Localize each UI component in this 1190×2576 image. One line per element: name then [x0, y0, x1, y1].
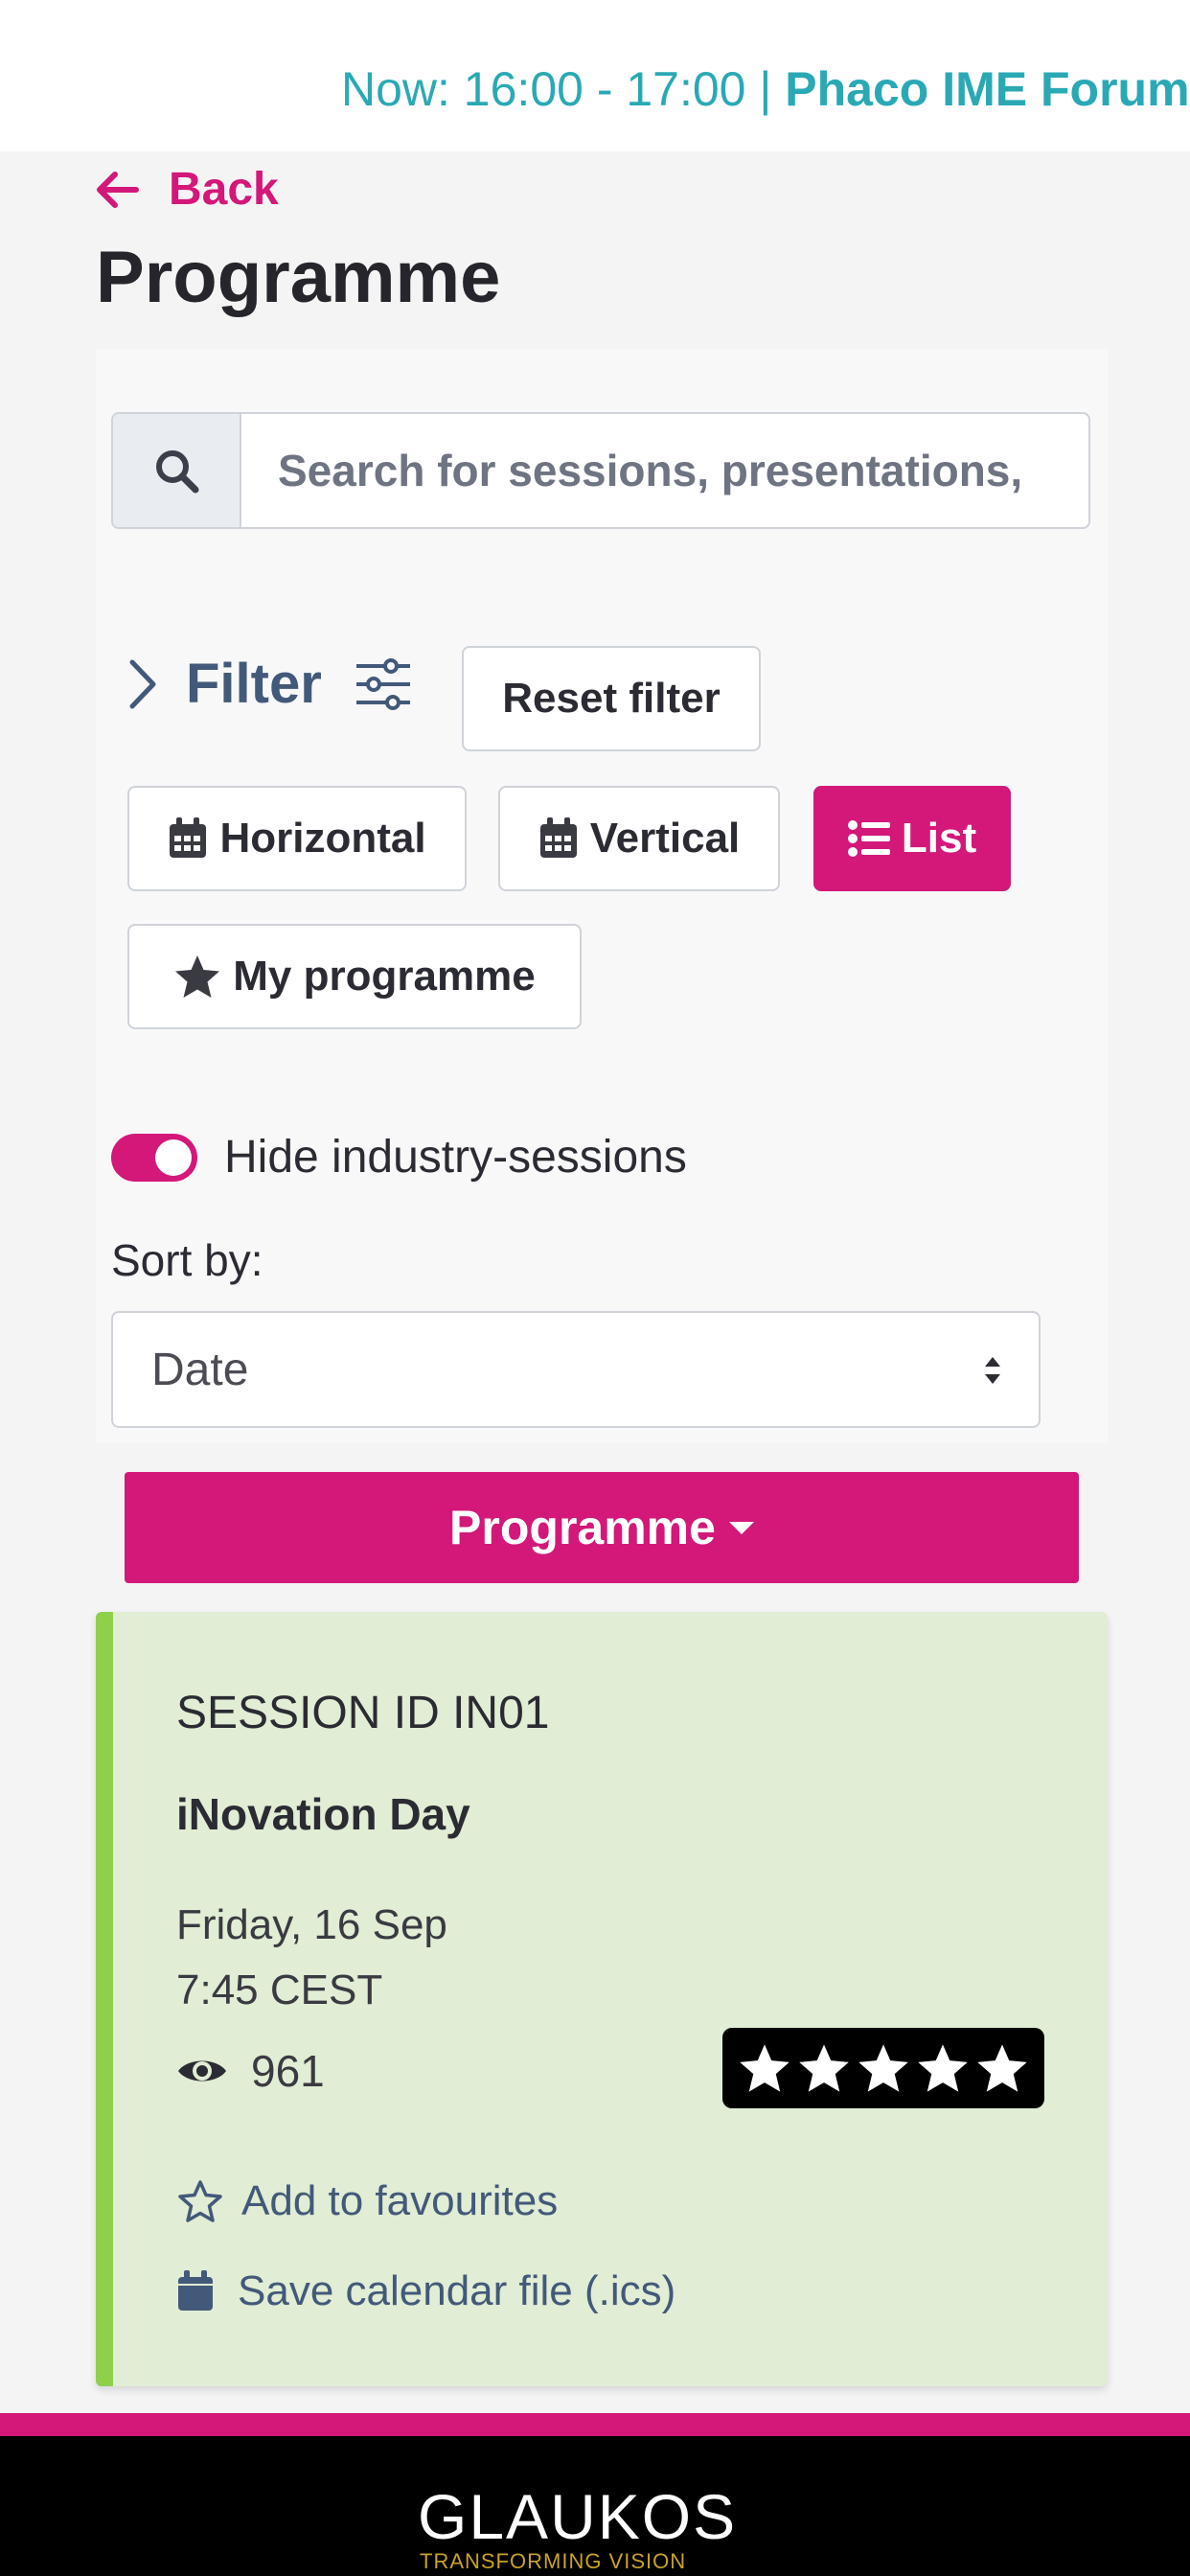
star-icon	[858, 2044, 908, 2092]
sort-label: Sort by:	[111, 1235, 263, 1285]
now-ticker[interactable]: Now: 16:00 - 17:00 | Phaco IME Forum	[0, 0, 1190, 151]
view-list-label: List	[901, 815, 977, 862]
add-to-favourites-label: Add to favourites	[241, 2177, 559, 2224]
ticker-text: Now: 16:00 - 17:00 | Phaco IME Forum	[341, 61, 1190, 117]
sponsor-footer[interactable]: GLAUKOS TRANSFORMING VISION	[0, 2436, 1190, 2576]
star-icon	[799, 2044, 849, 2092]
chevron-right-icon	[129, 659, 156, 708]
session-views: 961	[176, 2045, 325, 2097]
search-bar	[111, 412, 1090, 529]
hide-industry-label: Hide industry-sessions	[224, 1132, 687, 1183]
programme-button-label: Programme	[449, 1501, 716, 1554]
star-icon	[740, 2044, 790, 2092]
search-icon	[156, 450, 199, 494]
list-icon	[847, 820, 890, 857]
ticker-prefix: Now: 16:00 - 17:00 |	[341, 62, 772, 116]
session-date: Friday, 16 Sep	[176, 1901, 447, 1948]
add-to-favourites-link[interactable]: Add to favourites	[176, 2177, 558, 2225]
my-programme-button[interactable]: My programme	[127, 924, 582, 1029]
filter-toggle[interactable]: Filter	[128, 652, 412, 716]
arrow-left-icon	[97, 171, 139, 208]
sort-select[interactable]: Date	[111, 1311, 1041, 1428]
star-icon	[918, 2044, 968, 2092]
glaukos-tagline: TRANSFORMING VISION	[420, 2549, 687, 2573]
hide-industry-switch[interactable]	[111, 1133, 197, 1182]
caret-down-icon	[728, 1521, 754, 1534]
save-calendar-link[interactable]: Save calendar file (.ics)	[176, 2267, 675, 2315]
reset-filter-button[interactable]: Reset filter	[462, 646, 761, 751]
page-title: Programme	[96, 237, 501, 318]
star-icon	[175, 955, 220, 998]
view-horizontal-button[interactable]: Horizontal	[127, 786, 467, 891]
view-vertical-label: Vertical	[589, 815, 741, 862]
calendar-icon	[539, 817, 577, 858]
session-id: SESSION ID IN01	[176, 1688, 550, 1738]
star-icon	[977, 2044, 1027, 2092]
hide-industry-toggle-row: Hide industry-sessions	[111, 1131, 687, 1184]
search-button[interactable]	[113, 414, 241, 527]
ticker-session-link[interactable]: Phaco IME Forum	[785, 62, 1189, 116]
reset-filter-label: Reset filter	[502, 675, 721, 722]
save-calendar-label: Save calendar file (.ics)	[238, 2267, 676, 2314]
view-horizontal-label: Horizontal	[219, 815, 426, 862]
session-title[interactable]: iNovation Day	[176, 1788, 470, 1840]
calendar-icon	[170, 817, 207, 858]
rating-stars[interactable]	[722, 2028, 1044, 2108]
my-programme-label: My programme	[233, 953, 536, 1000]
sort-selected-value: Date	[151, 1344, 249, 1395]
filter-label: Filter	[186, 653, 322, 715]
eye-icon	[178, 2060, 226, 2082]
views-count: 961	[251, 2046, 325, 2096]
footer-accent-bar	[0, 2413, 1190, 2436]
session-card[interactable]: SESSION ID IN01 iNovation Day Friday, 16…	[96, 1612, 1108, 2386]
select-arrows-icon	[985, 1357, 1000, 1384]
view-vertical-button[interactable]: Vertical	[498, 786, 780, 891]
view-list-button[interactable]: List	[813, 786, 1011, 891]
back-label: Back	[169, 164, 279, 215]
glaukos-logo: GLAUKOS	[418, 2481, 738, 2552]
session-time: 7:45 CEST	[176, 1966, 383, 2013]
star-outline-icon	[178, 2180, 222, 2222]
search-input[interactable]	[241, 414, 1088, 527]
sliders-icon	[355, 657, 410, 710]
programme-dropdown-button[interactable]: Programme	[125, 1472, 1079, 1583]
calendar-icon	[178, 2270, 213, 2311]
back-link[interactable]: Back	[96, 163, 279, 216]
